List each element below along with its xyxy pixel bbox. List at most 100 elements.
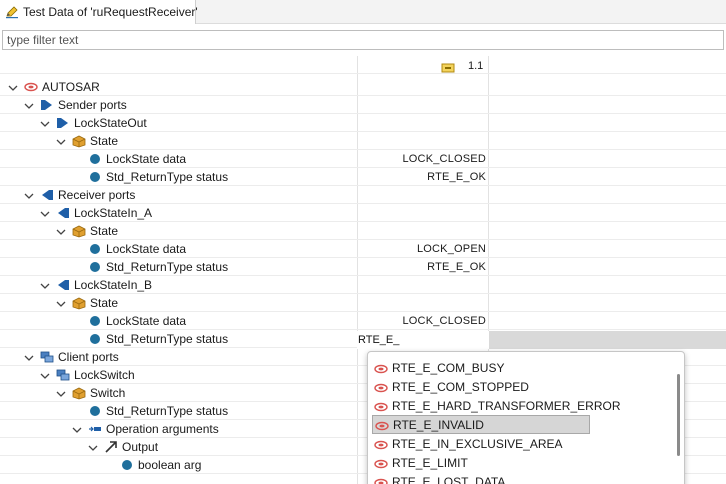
tree-row[interactable]: LockState data LOCK_CLOSED <box>0 150 726 168</box>
tree-row[interactable]: State <box>0 222 726 240</box>
autosar-enum-icon <box>24 80 38 94</box>
enum-literal-icon <box>374 363 388 373</box>
edit-pencil-icon <box>5 5 19 19</box>
value-cell[interactable] <box>358 294 488 312</box>
autocomplete-option[interactable]: RTE_E_COM_STOPPED <box>372 377 662 396</box>
tree-label: LockState data <box>106 314 187 328</box>
tree-label: LockSwitch <box>74 368 135 382</box>
client-port-icon <box>40 350 54 364</box>
value-cell[interactable]: LOCK_CLOSED <box>358 312 488 330</box>
tree-label: AUTOSAR <box>42 80 100 94</box>
chevron-down-icon[interactable] <box>56 136 66 146</box>
chevron-down-icon[interactable] <box>40 280 50 290</box>
data-element-icon <box>120 458 134 472</box>
value-cell[interactable]: RTE_E_OK <box>358 168 488 186</box>
tree-label: Client ports <box>58 350 119 364</box>
tree-label: LockState data <box>106 242 187 256</box>
header-row <box>0 56 726 74</box>
status-value-input[interactable] <box>357 331 489 349</box>
receiver-port-icon <box>40 188 54 202</box>
chevron-down-icon[interactable] <box>24 100 34 110</box>
value-cell[interactable]: LOCK_OPEN <box>358 240 488 258</box>
enum-literal-icon <box>374 401 388 411</box>
sender-port-icon <box>56 116 70 130</box>
autocomplete-option[interactable]: RTE_E_LOST_DATA <box>372 472 662 484</box>
tree-label: Std_ReturnType status <box>106 404 229 418</box>
data-element-icon <box>88 404 102 418</box>
value-cell[interactable]: RTE_E_OK <box>358 258 488 276</box>
tree-label: Switch <box>90 386 126 400</box>
tree-row[interactable]: Sender ports <box>0 96 726 114</box>
enum-literal-icon <box>374 382 388 392</box>
enum-literal-icon <box>374 477 388 484</box>
value-cell[interactable] <box>358 96 488 114</box>
data-element-icon <box>88 314 102 328</box>
chevron-down-icon[interactable] <box>56 298 66 308</box>
tree-label: LockStateOut <box>74 116 147 130</box>
autocomplete-option[interactable]: RTE_E_HARD_TRANSFORMER_ERROR <box>372 396 662 415</box>
popup-scrollbar[interactable] <box>677 374 680 456</box>
chevron-down-icon[interactable] <box>72 424 82 434</box>
tree-label: Std_ReturnType status <box>106 260 229 274</box>
output-arrow-icon <box>104 440 118 454</box>
tree-row[interactable]: LockState data LOCK_OPEN <box>0 240 726 258</box>
tree-label: Receiver ports <box>58 188 136 202</box>
receiver-port-icon <box>56 206 70 220</box>
value-cell-editor[interactable] <box>357 331 726 349</box>
package-icon <box>72 386 86 400</box>
package-icon <box>72 224 86 238</box>
data-element-icon <box>88 152 102 166</box>
tree-label: LockStateIn_B <box>74 278 153 292</box>
tree-row[interactable]: LockStateOut <box>0 114 726 132</box>
value-cell[interactable] <box>358 78 488 96</box>
enum-literal-icon <box>374 439 388 449</box>
chevron-down-icon[interactable] <box>24 190 34 200</box>
autocomplete-option-selected[interactable]: RTE_E_INVALID <box>372 415 590 434</box>
tree-row[interactable]: LockStateIn_B <box>0 276 726 294</box>
tree-label: Operation arguments <box>106 422 219 436</box>
tree-row[interactable]: LockStateIn_A <box>0 204 726 222</box>
value-cell[interactable]: LOCK_CLOSED <box>358 150 488 168</box>
autocomplete-option[interactable]: RTE_E_IN_EXCLUSIVE_AREA <box>372 434 662 453</box>
tree-row[interactable]: AUTOSAR <box>0 78 726 96</box>
chevron-down-icon[interactable] <box>40 208 50 218</box>
receiver-port-icon <box>56 278 70 292</box>
autocomplete-popup[interactable]: RTE_E_COM_BUSY RTE_E_COM_STOPPED RTE_E_H… <box>367 351 685 484</box>
tree-label: LockStateIn_A <box>74 206 153 220</box>
package-icon <box>72 134 86 148</box>
autocomplete-option[interactable]: RTE_E_COM_BUSY <box>372 358 662 377</box>
chevron-down-icon[interactable] <box>8 82 18 92</box>
tree-label: State <box>90 134 119 148</box>
value-cell[interactable] <box>358 114 488 132</box>
tree-row[interactable]: LockState data LOCK_CLOSED <box>0 312 726 330</box>
tree-row[interactable]: State <box>0 294 726 312</box>
tree-row[interactable]: State <box>0 132 726 150</box>
chevron-down-icon[interactable] <box>88 442 98 452</box>
value-cell[interactable] <box>358 222 488 240</box>
data-element-icon <box>88 332 102 346</box>
sender-port-icon <box>40 98 54 112</box>
tree-label: Sender ports <box>58 98 127 112</box>
tree-row[interactable]: Std_ReturnType status RTE_E_OK <box>0 258 726 276</box>
enum-literal-icon <box>375 420 389 430</box>
operation-arguments-icon <box>88 422 102 436</box>
filter-input[interactable] <box>2 30 724 50</box>
tree-label: Std_ReturnType status <box>106 332 229 346</box>
tree-label: Output <box>122 440 159 454</box>
chevron-down-icon[interactable] <box>24 352 34 362</box>
tab-test-data[interactable]: Test Data of 'ruRequestReceiver' <box>0 0 198 24</box>
value-cell[interactable] <box>358 276 488 294</box>
autocomplete-option[interactable]: RTE_E_LIMIT <box>372 453 662 472</box>
chevron-down-icon[interactable] <box>56 226 66 236</box>
chevron-down-icon[interactable] <box>40 370 50 380</box>
tree-row[interactable]: Receiver ports <box>0 186 726 204</box>
tree-label: Std_ReturnType status <box>106 170 229 184</box>
chevron-down-icon[interactable] <box>56 388 66 398</box>
chevron-down-icon[interactable] <box>40 118 50 128</box>
value-cell[interactable] <box>358 132 488 150</box>
editor-tab-bar: Test Data of 'ruRequestReceiver' <box>0 0 726 24</box>
value-cell[interactable] <box>358 204 488 222</box>
tree-row[interactable]: Std_ReturnType status RTE_E_OK <box>0 168 726 186</box>
tree-label: State <box>90 296 119 310</box>
value-cell[interactable] <box>358 186 488 204</box>
